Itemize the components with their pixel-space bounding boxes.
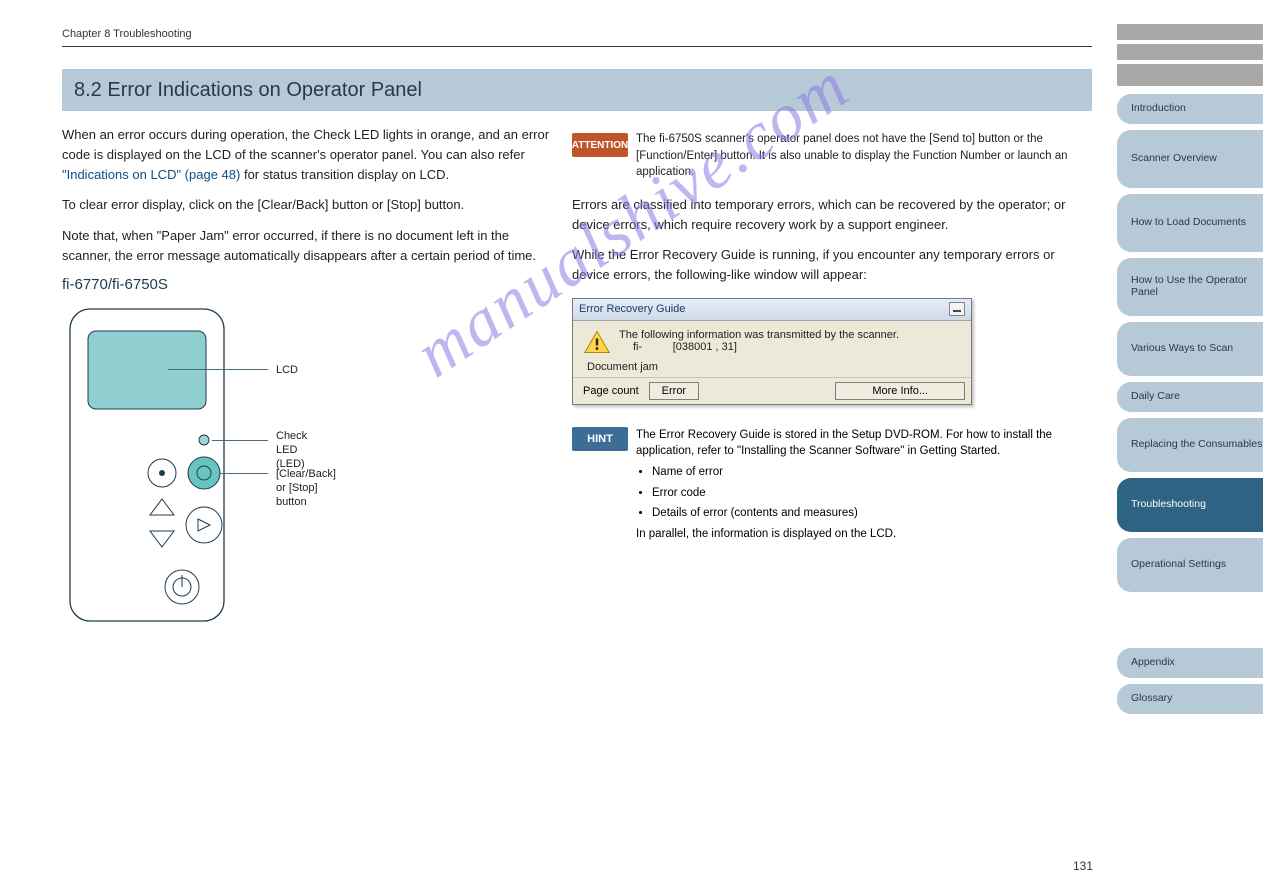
- sidebar-item-glossary[interactable]: Glossary: [1117, 684, 1263, 714]
- sidebar-contents-link[interactable]: [1117, 44, 1263, 60]
- hint-callout: HINT The Error Recovery Guide is stored …: [572, 427, 1092, 543]
- page-content: Chapter 8 Troubleshooting 8.2 Error Indi…: [62, 24, 1092, 627]
- dialog-footer: Page count Error More Info...: [573, 377, 971, 404]
- leader-stop: [220, 473, 268, 474]
- page-number: 131: [1073, 859, 1093, 873]
- sidebar-item-ways-to-scan[interactable]: Various Ways to Scan: [1117, 322, 1263, 376]
- attention-callout: ATTENTION The fi-6750S scanner's operato…: [572, 131, 1092, 181]
- sidebar-item-scanner-overview[interactable]: Scanner Overview: [1117, 130, 1263, 188]
- error-button[interactable]: Error: [649, 382, 699, 400]
- hint-bullets: Name of error Error code Details of erro…: [636, 464, 1092, 522]
- sidebar-item-consumables[interactable]: Replacing the Consumables: [1117, 418, 1263, 472]
- attention-badge: ATTENTION: [572, 133, 628, 157]
- sidebar-item-appendix[interactable]: Appendix: [1117, 648, 1263, 678]
- content-columns: When an error occurs during operation, t…: [62, 125, 1092, 627]
- dialog-titlebar: Error Recovery Guide: [573, 299, 971, 321]
- hint-bullet: Details of error (contents and measures): [652, 505, 1092, 522]
- warning-icon: [583, 329, 611, 355]
- right-paragraph-1: Errors are classified into temporary err…: [572, 195, 1092, 235]
- section-title: 8.2 Error Indications on Operator Panel: [62, 69, 1092, 111]
- sidebar-gap: [1117, 598, 1263, 648]
- attention-text: The fi-6750S scanner's operator panel do…: [636, 131, 1092, 181]
- error-recovery-dialog: Error Recovery Guide The following infor…: [572, 298, 972, 405]
- label-lcd: LCD: [276, 363, 298, 377]
- label-stop-button: [Clear/Back] or [Stop] button: [276, 467, 336, 510]
- right-column: ATTENTION The fi-6750S scanner's operato…: [572, 125, 1092, 627]
- hint-bullet: Error code: [652, 485, 1092, 502]
- device-subhead: fi-6770/fi-6750S: [62, 276, 552, 293]
- sidebar-item-introduction[interactable]: Introduction: [1117, 94, 1263, 124]
- operator-panel-illustration: LCD Check LED (LED) [Clear/Back] or [Sto…: [62, 307, 272, 627]
- breadcrumb: Chapter 8 Troubleshooting: [62, 28, 192, 40]
- more-info-button[interactable]: More Info...: [835, 382, 965, 400]
- dialog-device-row: fi- [038001 , 31]: [633, 341, 899, 353]
- sidebar-item-troubleshooting[interactable]: Troubleshooting: [1117, 478, 1263, 532]
- sidebar-top-block: [1117, 24, 1263, 86]
- hint-badge: HINT: [572, 427, 628, 451]
- dialog-device: fi-: [633, 341, 642, 353]
- left-column: When an error occurs during operation, t…: [62, 125, 572, 627]
- left-p1a-text: When an error occurs during operation, t…: [62, 127, 549, 162]
- left-paragraph-3: Note that, when "Paper Jam" error occurr…: [62, 226, 552, 266]
- sidebar-item-operational-settings[interactable]: Operational Settings: [1117, 538, 1263, 592]
- left-paragraph-2: To clear error display, click on the [Cl…: [62, 195, 552, 215]
- minimize-icon[interactable]: [949, 302, 965, 316]
- right-paragraph-2: While the Error Recovery Guide is runnin…: [572, 245, 1092, 285]
- leader-lcd: [168, 369, 268, 370]
- hint-bullet: Name of error: [652, 464, 1092, 481]
- dialog-title-text: Error Recovery Guide: [579, 303, 685, 315]
- dialog-message-block: The following information was transmitte…: [619, 329, 899, 353]
- link-lcd-indications[interactable]: "Indications on LCD" (page 48): [62, 167, 240, 182]
- sidebar-top-link[interactable]: [1117, 24, 1263, 40]
- header-rule: [62, 46, 1092, 47]
- dialog-body: The following information was transmitte…: [573, 321, 971, 377]
- dialog-message: The following information was transmitte…: [619, 329, 899, 341]
- label-check-led: Check LED (LED): [276, 429, 307, 472]
- sidebar-index-link[interactable]: [1117, 64, 1263, 86]
- dialog-code: [038001 , 31]: [673, 341, 737, 353]
- sidebar-item-load-documents[interactable]: How to Load Documents: [1117, 194, 1263, 252]
- leader-led: [212, 440, 268, 441]
- hint-text: The Error Recovery Guide is stored in th…: [636, 427, 1092, 543]
- left-paragraph-1: When an error occurs during operation, t…: [62, 125, 552, 185]
- hint-intro: The Error Recovery Guide is stored in th…: [636, 427, 1092, 460]
- hint-tail: In parallel, the information is displaye…: [636, 526, 1092, 543]
- left-p1b-text: for status transition display on LCD.: [244, 167, 449, 182]
- dialog-error-name: Document jam: [587, 361, 961, 373]
- label-check-led-a: Check LED: [276, 430, 307, 456]
- sidebar-item-operator-panel[interactable]: How to Use the Operator Panel: [1117, 258, 1263, 316]
- page-count-label: Page count: [583, 385, 639, 397]
- sidebar-item-daily-care[interactable]: Daily Care: [1117, 382, 1263, 412]
- side-nav: Introduction Scanner Overview How to Loa…: [1117, 24, 1263, 720]
